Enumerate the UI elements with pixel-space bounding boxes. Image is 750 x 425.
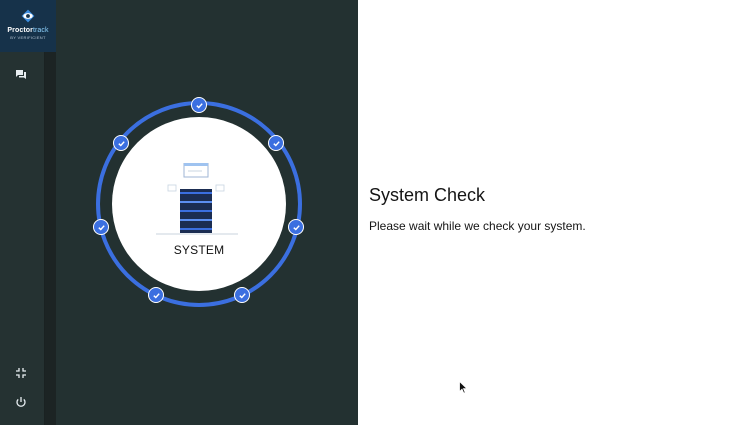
chat-button[interactable]	[12, 66, 30, 84]
power-button[interactable]	[12, 393, 30, 411]
check-complete-icon	[268, 135, 284, 151]
minimize-button[interactable]	[12, 364, 30, 382]
check-complete-icon	[113, 135, 129, 151]
minimize-icon	[16, 368, 26, 378]
step-label: SYSTEM	[173, 243, 225, 257]
logo-brand: Proctortrack	[7, 27, 49, 34]
check-complete-icon	[288, 219, 304, 235]
check-complete-icon	[148, 287, 164, 303]
progress-ring: SYSTEM	[93, 97, 304, 307]
power-icon	[16, 397, 26, 407]
eye-logo-icon	[21, 9, 35, 23]
mouse-cursor-icon	[459, 381, 468, 394]
content-panel: System Check Please wait while we check …	[358, 0, 750, 425]
check-progress-panel: SYSTEM	[56, 0, 358, 425]
check-complete-icon	[191, 97, 207, 113]
logo: Proctortrack BY VERIFICIENT	[0, 0, 56, 52]
proctortrack-app: Proctortrack BY VERIFICIENT SYSTEM Syste…	[0, 0, 750, 425]
check-complete-icon	[234, 287, 250, 303]
chat-icon	[16, 70, 26, 79]
sidebar-rail: Proctortrack BY VERIFICIENT	[0, 0, 56, 425]
status-message: Please wait while we check your system.	[369, 219, 586, 233]
logo-subtitle: BY VERIFICIENT	[10, 35, 46, 40]
server-illustration-icon	[156, 163, 238, 235]
check-complete-icon	[93, 219, 109, 235]
page-title: System Check	[369, 185, 486, 205]
